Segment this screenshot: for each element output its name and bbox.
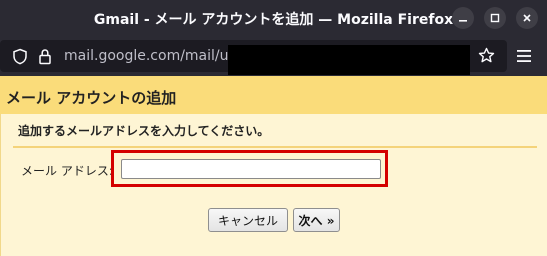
instruction-text: 追加するメールアドレスを入力してください。 xyxy=(18,124,270,138)
close-button[interactable] xyxy=(516,7,538,29)
email-label: メール アドレス: xyxy=(21,164,113,178)
menu-icon[interactable] xyxy=(516,49,532,63)
form-panel: 追加するメールアドレスを入力してください。 メール アドレス: キャンセル 次へ… xyxy=(0,114,547,256)
maximize-button[interactable] xyxy=(484,7,506,29)
star-icon[interactable] xyxy=(478,47,495,64)
shield-icon[interactable] xyxy=(12,48,28,65)
next-button[interactable]: 次へ » xyxy=(293,208,340,232)
close-icon xyxy=(523,14,531,22)
minimize-button[interactable] xyxy=(452,7,474,29)
page-title: メール アカウントの追加 xyxy=(6,89,177,107)
lock-icon[interactable] xyxy=(38,48,52,65)
url-text[interactable]: mail.google.com/mail/u xyxy=(64,48,229,64)
window-titlebar: Gmail - メール アカウントを追加 — Mozilla Firefox xyxy=(0,0,547,36)
cancel-button[interactable]: キャンセル xyxy=(208,208,288,232)
page-header: メール アカウントの追加 xyxy=(0,76,547,114)
email-field[interactable] xyxy=(121,159,381,179)
page-content: メール アカウントの追加 追加するメールアドレスを入力してください。 メール ア… xyxy=(0,76,547,256)
maximize-icon xyxy=(490,13,500,23)
minimize-icon xyxy=(459,20,467,22)
url-bar[interactable]: mail.google.com/mail/u xyxy=(0,40,507,75)
redacted-url-region xyxy=(228,45,470,75)
browser-toolbar: mail.google.com/mail/u xyxy=(0,36,547,76)
divider xyxy=(13,146,537,148)
